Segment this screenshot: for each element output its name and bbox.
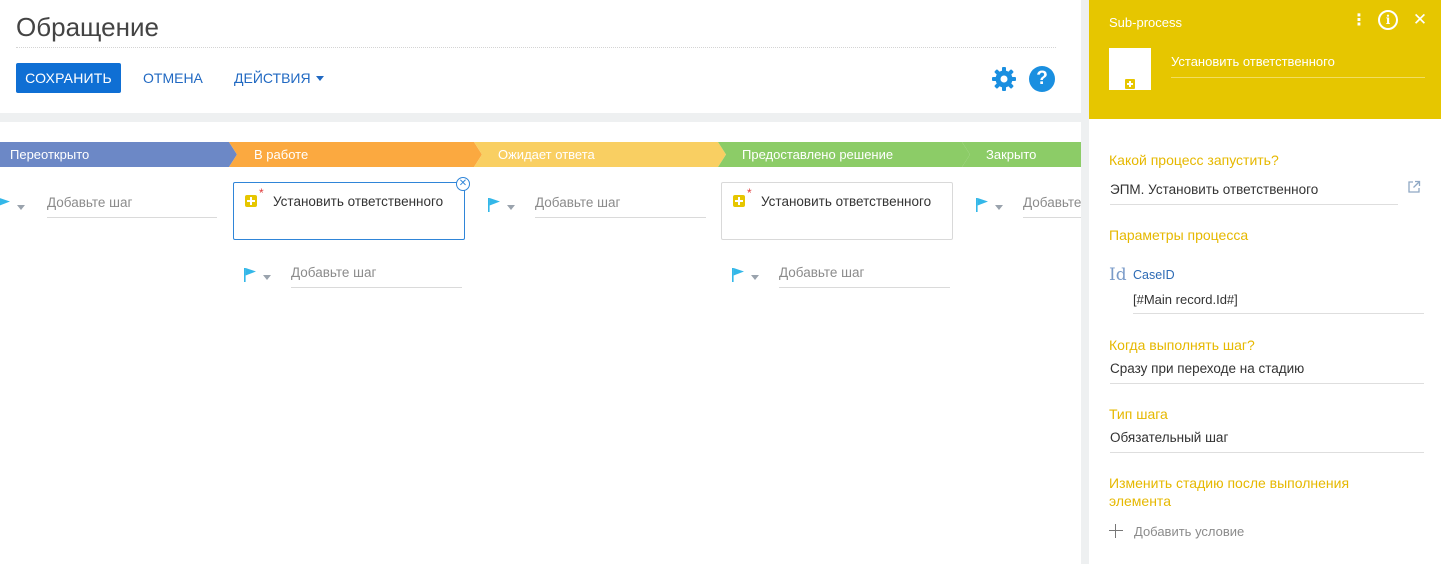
element-thumbnail (1109, 48, 1151, 90)
chevron-down-icon (315, 75, 324, 81)
close-icon[interactable]: ✕ (1411, 10, 1429, 30)
remove-step-icon[interactable]: ✕ (456, 177, 470, 191)
param-name: CaseID (1133, 268, 1175, 282)
page-header: Обращение СОХРАНИТЬ ОТМЕНА ДЕЙСТВИЯ ? (0, 0, 1081, 113)
plus-icon[interactable] (1109, 524, 1123, 538)
stage-solution-provided[interactable]: Предоставлено решение (732, 142, 893, 167)
step-card-label: Установить ответственного (273, 194, 444, 209)
params-label: Параметры процесса (1109, 227, 1249, 243)
when-label: Когда выполнять шаг? (1109, 337, 1255, 353)
chevron-down-icon (995, 205, 1003, 210)
chevron-down-icon (751, 275, 759, 280)
subprocess-icon (1125, 79, 1135, 89)
chevron-down-icon (17, 205, 25, 210)
case-designer: Переоткрыто В работе Ожидает ответа Пред… (0, 122, 1081, 564)
add-step-input[interactable]: Добавьте шаг (779, 262, 950, 288)
required-mark: * (747, 186, 752, 200)
add-step-flag-button[interactable] (242, 267, 282, 287)
step-card-set-responsible[interactable]: * Установить ответственного (721, 182, 953, 240)
flag-icon (244, 268, 256, 282)
stage-in-progress[interactable]: В работе (244, 142, 308, 167)
stage-reopened[interactable]: Переоткрыто (0, 142, 89, 167)
subprocess-icon (245, 195, 257, 207)
element-properties-panel: Sub-process ⋮ i ✕ Установить ответственн… (1089, 0, 1441, 564)
panel-header: Sub-process ⋮ i ✕ Установить ответственн… (1089, 0, 1441, 119)
add-step-flag-button[interactable] (730, 267, 770, 287)
actions-button[interactable]: ДЕЙСТВИЯ (234, 63, 324, 93)
add-step-input[interactable]: Добавьте шаг (1023, 192, 1081, 218)
required-mark: * (259, 186, 264, 200)
stage-closed[interactable]: Закрыто (976, 142, 1036, 167)
stage-label: Переоткрыто (10, 147, 90, 162)
more-menu-icon[interactable]: ⋮ (1351, 12, 1367, 30)
gear-icon[interactable] (991, 66, 1017, 92)
add-step-flag-button[interactable] (486, 197, 526, 217)
step-type-label: Тип шага (1109, 406, 1168, 422)
flag-icon (0, 198, 10, 206)
stage-label: Ожидает ответа (498, 147, 595, 162)
actions-label: ДЕЙСТВИЯ (234, 70, 311, 86)
flag-icon (976, 198, 988, 212)
add-step-input[interactable]: Добавьте шаг (535, 192, 706, 218)
page-title: Обращение (16, 12, 1056, 48)
flag-icon (732, 268, 744, 282)
cancel-button[interactable]: ОТМЕНА (143, 63, 203, 93)
add-step-input[interactable]: Добавьте шаг (291, 262, 462, 288)
stage-awaiting-reply[interactable]: Ожидает ответа (488, 142, 595, 167)
info-icon[interactable]: i (1378, 10, 1398, 30)
stage-label: Предоставлено решение (742, 147, 894, 162)
step-card-label: Установить ответственного (761, 194, 932, 209)
step-card-set-responsible[interactable]: * Установить ответственного ✕ (233, 177, 470, 240)
panel-title: Sub-process (1109, 15, 1182, 30)
change-stage-label: Изменить стадию после выполнения элемент… (1109, 475, 1350, 509)
open-external-icon[interactable] (1407, 180, 1421, 194)
subprocess-icon (733, 195, 745, 207)
save-button[interactable]: СОХРАНИТЬ (16, 63, 121, 93)
stage-label: Закрыто (986, 147, 1037, 162)
chevron-down-icon (263, 275, 271, 280)
param-value-field[interactable]: [#Main record.Id#] (1133, 292, 1424, 314)
process-label: Какой процесс запустить? (1109, 152, 1279, 168)
step-type-select[interactable]: Обязательный шаг (1110, 430, 1424, 453)
id-icon: Id (1109, 265, 1127, 285)
add-step-input[interactable]: Добавьте шаг (47, 192, 217, 218)
when-select[interactable]: Сразу при переходе на стадию (1110, 361, 1424, 384)
element-name-field[interactable]: Установить ответственного (1171, 54, 1425, 78)
add-step-flag-button[interactable] (0, 197, 36, 217)
add-step-flag-button[interactable] (974, 197, 1014, 217)
process-lookup[interactable]: ЭПМ. Установить ответственного (1110, 182, 1398, 205)
add-condition-button[interactable]: Добавить условие (1134, 524, 1244, 539)
stage-label: В работе (254, 147, 309, 162)
flag-icon (488, 198, 500, 212)
help-icon[interactable]: ? (1029, 66, 1055, 92)
chevron-down-icon (507, 205, 515, 210)
